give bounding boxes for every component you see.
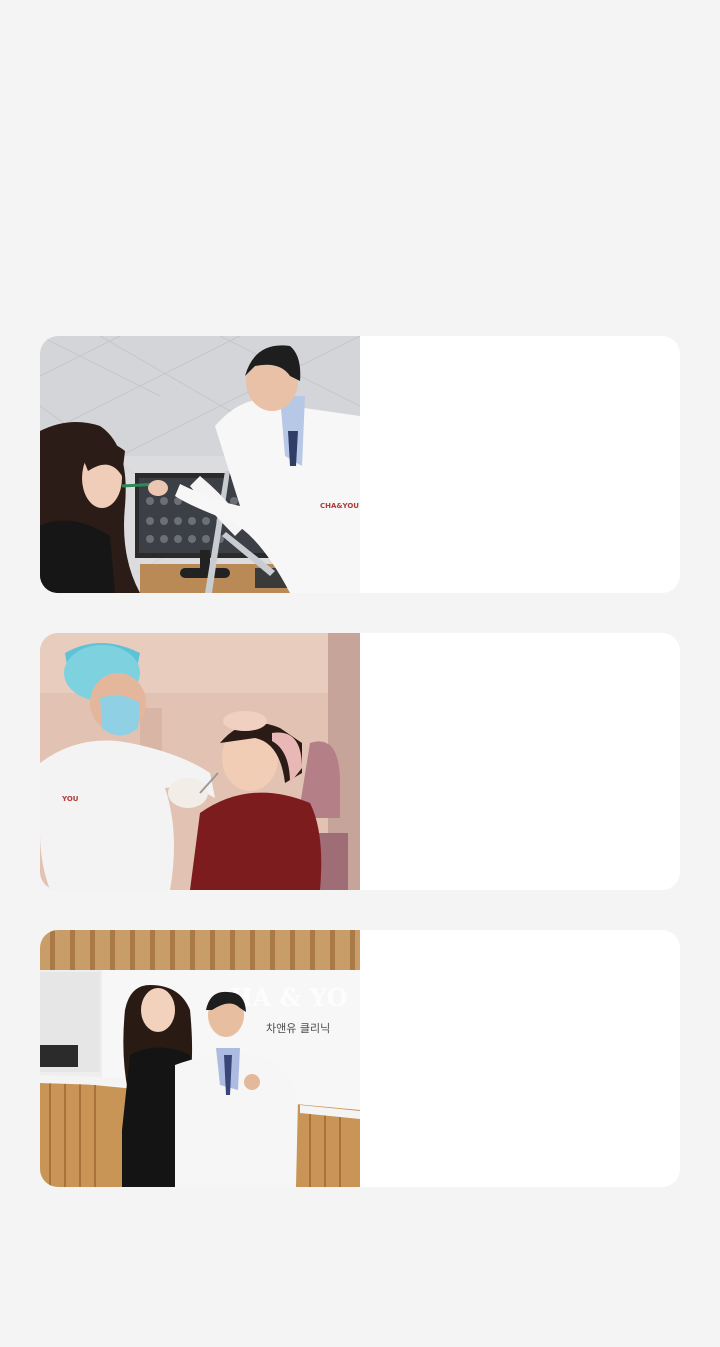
consultation-card[interactable]: CHA&YOU — [40, 336, 680, 593]
clinic-sign-brand: HA & YO — [230, 983, 348, 1012]
card-body — [360, 633, 680, 890]
coat-logo-text: YOU — [61, 795, 79, 803]
clinic-sign-korean: 차앤유 클리닉 — [266, 1022, 330, 1035]
card-body — [360, 336, 680, 593]
injection-treatment-photo: YOU — [40, 633, 360, 890]
card-body — [360, 930, 680, 1187]
coat-logo-text: CHA&YOU — [320, 502, 359, 510]
doctor-consultation-photo: CHA&YOU — [40, 336, 360, 593]
clinic-reception-photo: HA & YO 차앤유 클리닉 — [40, 930, 360, 1187]
clinic-card[interactable]: HA & YO 차앤유 클리닉 — [40, 930, 680, 1187]
treatment-card[interactable]: YOU — [40, 633, 680, 890]
